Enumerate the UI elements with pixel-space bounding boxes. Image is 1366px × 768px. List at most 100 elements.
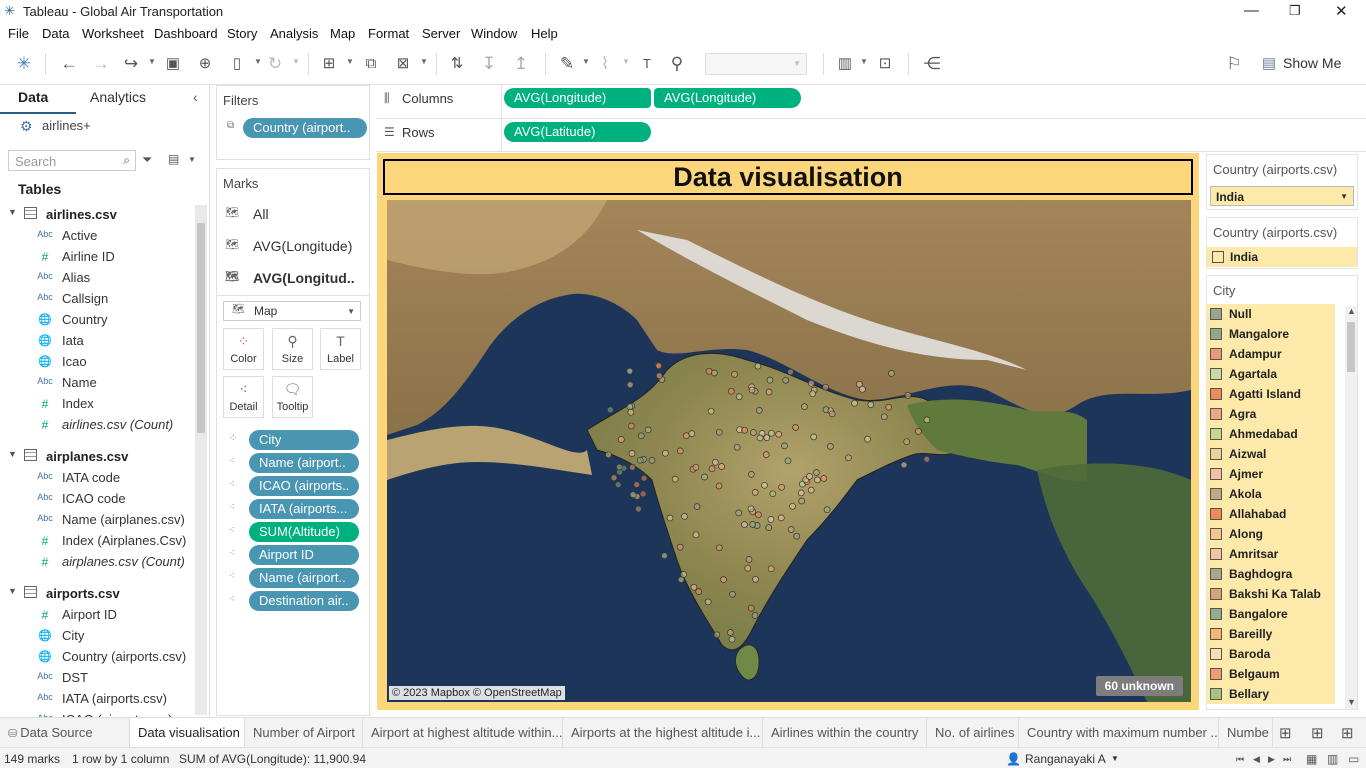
city-marker[interactable] xyxy=(845,454,852,462)
city-marker[interactable] xyxy=(627,408,635,416)
city-marker[interactable] xyxy=(713,631,721,639)
format-painter-icon[interactable]: ⚐ xyxy=(1223,53,1245,75)
city-marker[interactable] xyxy=(727,629,734,636)
city-legend-item[interactable]: Bellary xyxy=(1207,684,1335,704)
mark-pill[interactable]: Destination air.. xyxy=(249,591,359,611)
datasource-name[interactable]: airlines+ xyxy=(42,118,91,133)
city-marker[interactable] xyxy=(744,564,752,572)
status-user[interactable]: Ranganayaki A xyxy=(1025,752,1106,766)
city-marker[interactable] xyxy=(820,475,828,482)
show-cards-icon[interactable]: ▥ xyxy=(834,53,856,75)
mark-pill[interactable]: Airport ID xyxy=(249,545,359,565)
city-marker[interactable] xyxy=(756,434,764,442)
field-row[interactable]: 🌐 Icao xyxy=(0,352,195,373)
city-marker[interactable] xyxy=(885,403,893,411)
city-marker[interactable] xyxy=(693,503,701,510)
city-legend-item[interactable]: Aizwal xyxy=(1207,444,1335,464)
detail-button[interactable]: ⁖ Detail xyxy=(223,376,264,418)
city-marker[interactable] xyxy=(765,388,773,396)
mark-pill[interactable]: Name (airport.. xyxy=(249,453,359,473)
search-field[interactable]: Search ⌕ xyxy=(8,150,136,171)
menu-dashboard[interactable]: Dashboard xyxy=(154,26,218,41)
menu-data[interactable]: Data xyxy=(42,26,69,41)
tabs-view-icon[interactable]: ▭ xyxy=(1348,752,1359,766)
city-marker[interactable] xyxy=(809,390,817,398)
field-row[interactable]: # Index (Airplanes.Csv) xyxy=(0,531,195,552)
city-marker[interactable] xyxy=(671,475,679,483)
menu-file[interactable]: File xyxy=(8,26,29,41)
marks-layer-longitude-2[interactable]: 🗺 AVG(Longitud.. xyxy=(223,267,373,291)
city-marker[interactable] xyxy=(733,443,741,451)
city-marker[interactable] xyxy=(778,483,785,491)
city-marker[interactable] xyxy=(610,474,618,482)
city-marker[interactable] xyxy=(813,469,820,476)
tooltip-button[interactable]: 🗨 Tooltip xyxy=(272,376,313,418)
minimize-icon[interactable]: — xyxy=(1244,2,1259,19)
city-legend-item[interactable]: Belgaum xyxy=(1207,664,1335,684)
mark-pill[interactable]: SUM(Altitude) xyxy=(249,522,359,542)
field-row[interactable]: 🌐 Iata xyxy=(0,331,195,352)
city-marker[interactable] xyxy=(751,489,759,496)
city-marker[interactable] xyxy=(617,436,625,443)
city-marker[interactable] xyxy=(741,521,748,528)
city-marker[interactable] xyxy=(606,406,614,414)
city-marker[interactable] xyxy=(903,438,911,446)
field-row[interactable]: Abc Name xyxy=(0,373,195,394)
user-dropdown-icon[interactable]: ▼ xyxy=(1111,754,1119,763)
city-marker[interactable] xyxy=(777,514,785,522)
expand-icon[interactable]: ▼ xyxy=(8,207,17,217)
view-options-icon[interactable]: ▤ xyxy=(168,152,179,166)
field-row[interactable]: 🌐 Country (airports.csv) xyxy=(0,647,195,668)
tab-airports-highest-altitude[interactable]: Airports at the highest altitude i... xyxy=(563,718,763,748)
menu-story[interactable]: Story xyxy=(227,26,257,41)
city-marker[interactable] xyxy=(769,490,777,498)
city-marker[interactable] xyxy=(676,543,684,551)
city-marker[interactable] xyxy=(704,598,712,606)
city-marker[interactable] xyxy=(867,401,875,408)
first-sheet-icon[interactable]: ⏮ xyxy=(1236,754,1244,765)
city-marker[interactable] xyxy=(655,362,663,370)
city-marker[interactable] xyxy=(749,521,757,528)
color-button[interactable]: ⁘ Color xyxy=(223,328,264,370)
city-marker[interactable] xyxy=(644,426,652,434)
city-marker[interactable] xyxy=(735,393,743,400)
city-marker[interactable] xyxy=(810,433,818,441)
city-marker[interactable] xyxy=(676,447,684,455)
mark-type-dropdown[interactable]: 🗺 Map ▼ xyxy=(223,301,361,321)
city-marker[interactable] xyxy=(692,531,700,539)
city-marker[interactable] xyxy=(605,451,612,459)
close-icon[interactable]: ✕ xyxy=(1335,2,1348,20)
tab-airlines-within-country[interactable]: Airlines within the country xyxy=(763,718,927,748)
field-row[interactable]: Abc Alias xyxy=(0,268,195,289)
field-row[interactable]: # Airline ID xyxy=(0,247,195,268)
redo-icon[interactable]: → xyxy=(90,53,112,75)
field-row[interactable]: 🌐 City xyxy=(0,626,195,647)
new-worksheet-tab-icon[interactable]: ⊞ xyxy=(1279,724,1292,742)
city-marker[interactable] xyxy=(900,461,908,469)
city-marker[interactable] xyxy=(648,457,656,464)
field-row[interactable]: Abc Name (airplanes.csv) xyxy=(0,510,195,531)
city-legend-item[interactable]: Null xyxy=(1207,304,1335,324)
tab-data[interactable]: Data xyxy=(18,89,48,105)
city-marker[interactable] xyxy=(715,428,723,436)
city-legend-item[interactable]: Allahabad xyxy=(1207,504,1335,524)
city-marker[interactable] xyxy=(768,429,775,437)
mark-pill[interactable]: IATA (airports... xyxy=(249,499,359,519)
city-marker[interactable] xyxy=(859,385,866,393)
show-me-button[interactable]: Show Me xyxy=(1283,55,1341,71)
field-row[interactable]: # airlines.csv (Count) xyxy=(0,415,195,436)
rows-pill-latitude[interactable]: AVG(Latitude) xyxy=(504,122,651,142)
field-row[interactable]: # Index xyxy=(0,394,195,415)
restore-icon[interactable]: ❐ xyxy=(1289,3,1301,19)
city-marker[interactable] xyxy=(747,604,755,612)
mark-pill[interactable]: ICAO (airports.. xyxy=(249,476,359,496)
country-filter-dropdown[interactable]: India ▼ xyxy=(1210,186,1354,206)
presentation-icon[interactable]: ⊡ xyxy=(874,53,896,75)
city-marker[interactable] xyxy=(728,635,736,643)
filter-icon[interactable]: ⏷ xyxy=(142,152,152,168)
new-dashboard-tab-icon[interactable]: ⊞ xyxy=(1311,724,1324,742)
city-legend-scrollbar[interactable]: ▲ ▼ xyxy=(1345,306,1357,709)
city-legend-item[interactable]: Agartala xyxy=(1207,364,1335,384)
city-marker[interactable] xyxy=(635,505,642,513)
city-marker[interactable] xyxy=(782,376,790,384)
